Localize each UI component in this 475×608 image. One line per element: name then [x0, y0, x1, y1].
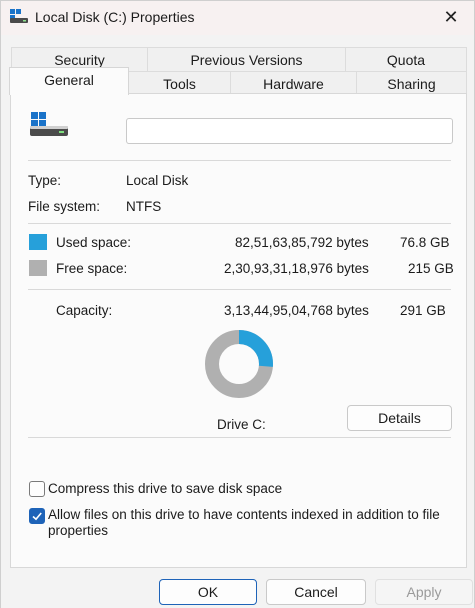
drive-label: Drive C: [217, 417, 266, 432]
tab-hardware[interactable]: Hardware [230, 71, 357, 94]
index-contents-label-line2: properties [48, 523, 109, 538]
dialog-footer: OK Cancel Apply [1, 568, 474, 608]
tab-label: Previous Versions [190, 52, 303, 68]
compress-drive-checkbox[interactable] [29, 481, 45, 497]
divider [28, 223, 451, 224]
drive-icon [10, 9, 28, 23]
capacity-gb: 291 GB [400, 303, 446, 318]
properties-window: Local Disk (C:) Properties ✕ Security Pr… [0, 0, 475, 608]
tab-label: Quota [386, 52, 426, 68]
tab-label: Security [54, 52, 105, 68]
disk-usage-donut [205, 330, 273, 398]
type-label: Type: [28, 173, 62, 188]
window-title: Local Disk (C:) Properties [35, 9, 195, 25]
used-space-gb: 76.8 GB [400, 235, 450, 250]
free-space-bytes: 2,30,93,31,18,976 bytes [224, 261, 369, 276]
details-button-label: Details [378, 410, 421, 426]
divider [28, 437, 451, 438]
apply-button-label: Apply [406, 584, 442, 600]
divider [28, 160, 451, 161]
type-value: Local Disk [126, 173, 189, 188]
checkmark-icon [32, 512, 42, 521]
used-space-label: Used space: [56, 235, 132, 250]
capacity-bytes: 3,13,44,95,04,768 bytes [224, 303, 369, 318]
file-system-label: File system: [28, 199, 101, 214]
details-button[interactable]: Details [347, 405, 452, 431]
apply-button[interactable]: Apply [375, 579, 473, 605]
tab-general[interactable]: General [9, 67, 129, 95]
tab-label: Hardware [263, 76, 324, 92]
free-space-gb: 215 GB [408, 261, 454, 276]
index-contents-checkbox[interactable] [29, 508, 45, 524]
capacity-label: Capacity: [56, 303, 113, 318]
used-space-swatch [29, 234, 47, 250]
title-bar: Local Disk (C:) Properties ✕ [1, 1, 474, 35]
ok-button[interactable]: OK [159, 579, 257, 605]
cancel-button[interactable]: Cancel [266, 579, 366, 605]
compress-drive-label: Compress this drive to save disk space [48, 481, 283, 496]
tab-label: Sharing [387, 76, 436, 92]
tab-label: General [44, 72, 94, 88]
general-tab-panel: Type: Local Disk File system: NTFS Used … [10, 93, 467, 568]
free-space-swatch [29, 260, 47, 276]
used-space-bytes: 82,51,63,85,792 bytes [235, 235, 369, 250]
tab-previous-versions[interactable]: Previous Versions [147, 47, 346, 73]
tab-quota[interactable]: Quota [345, 47, 467, 73]
local-disk-icon [30, 112, 68, 136]
ok-button-label: OK [197, 584, 219, 600]
index-contents-label-line1: Allow files on this drive to have conten… [48, 507, 440, 522]
close-button[interactable]: ✕ [438, 5, 464, 29]
tab-sharing[interactable]: Sharing [356, 71, 467, 94]
cancel-button-label: Cancel [294, 584, 338, 600]
file-system-value: NTFS [126, 199, 162, 214]
close-icon: ✕ [443, 7, 459, 27]
drive-name-input[interactable] [126, 118, 453, 144]
divider [28, 289, 451, 290]
free-space-label: Free space: [56, 261, 128, 276]
tab-tools[interactable]: Tools [128, 71, 231, 94]
tab-label: Tools [163, 76, 196, 92]
